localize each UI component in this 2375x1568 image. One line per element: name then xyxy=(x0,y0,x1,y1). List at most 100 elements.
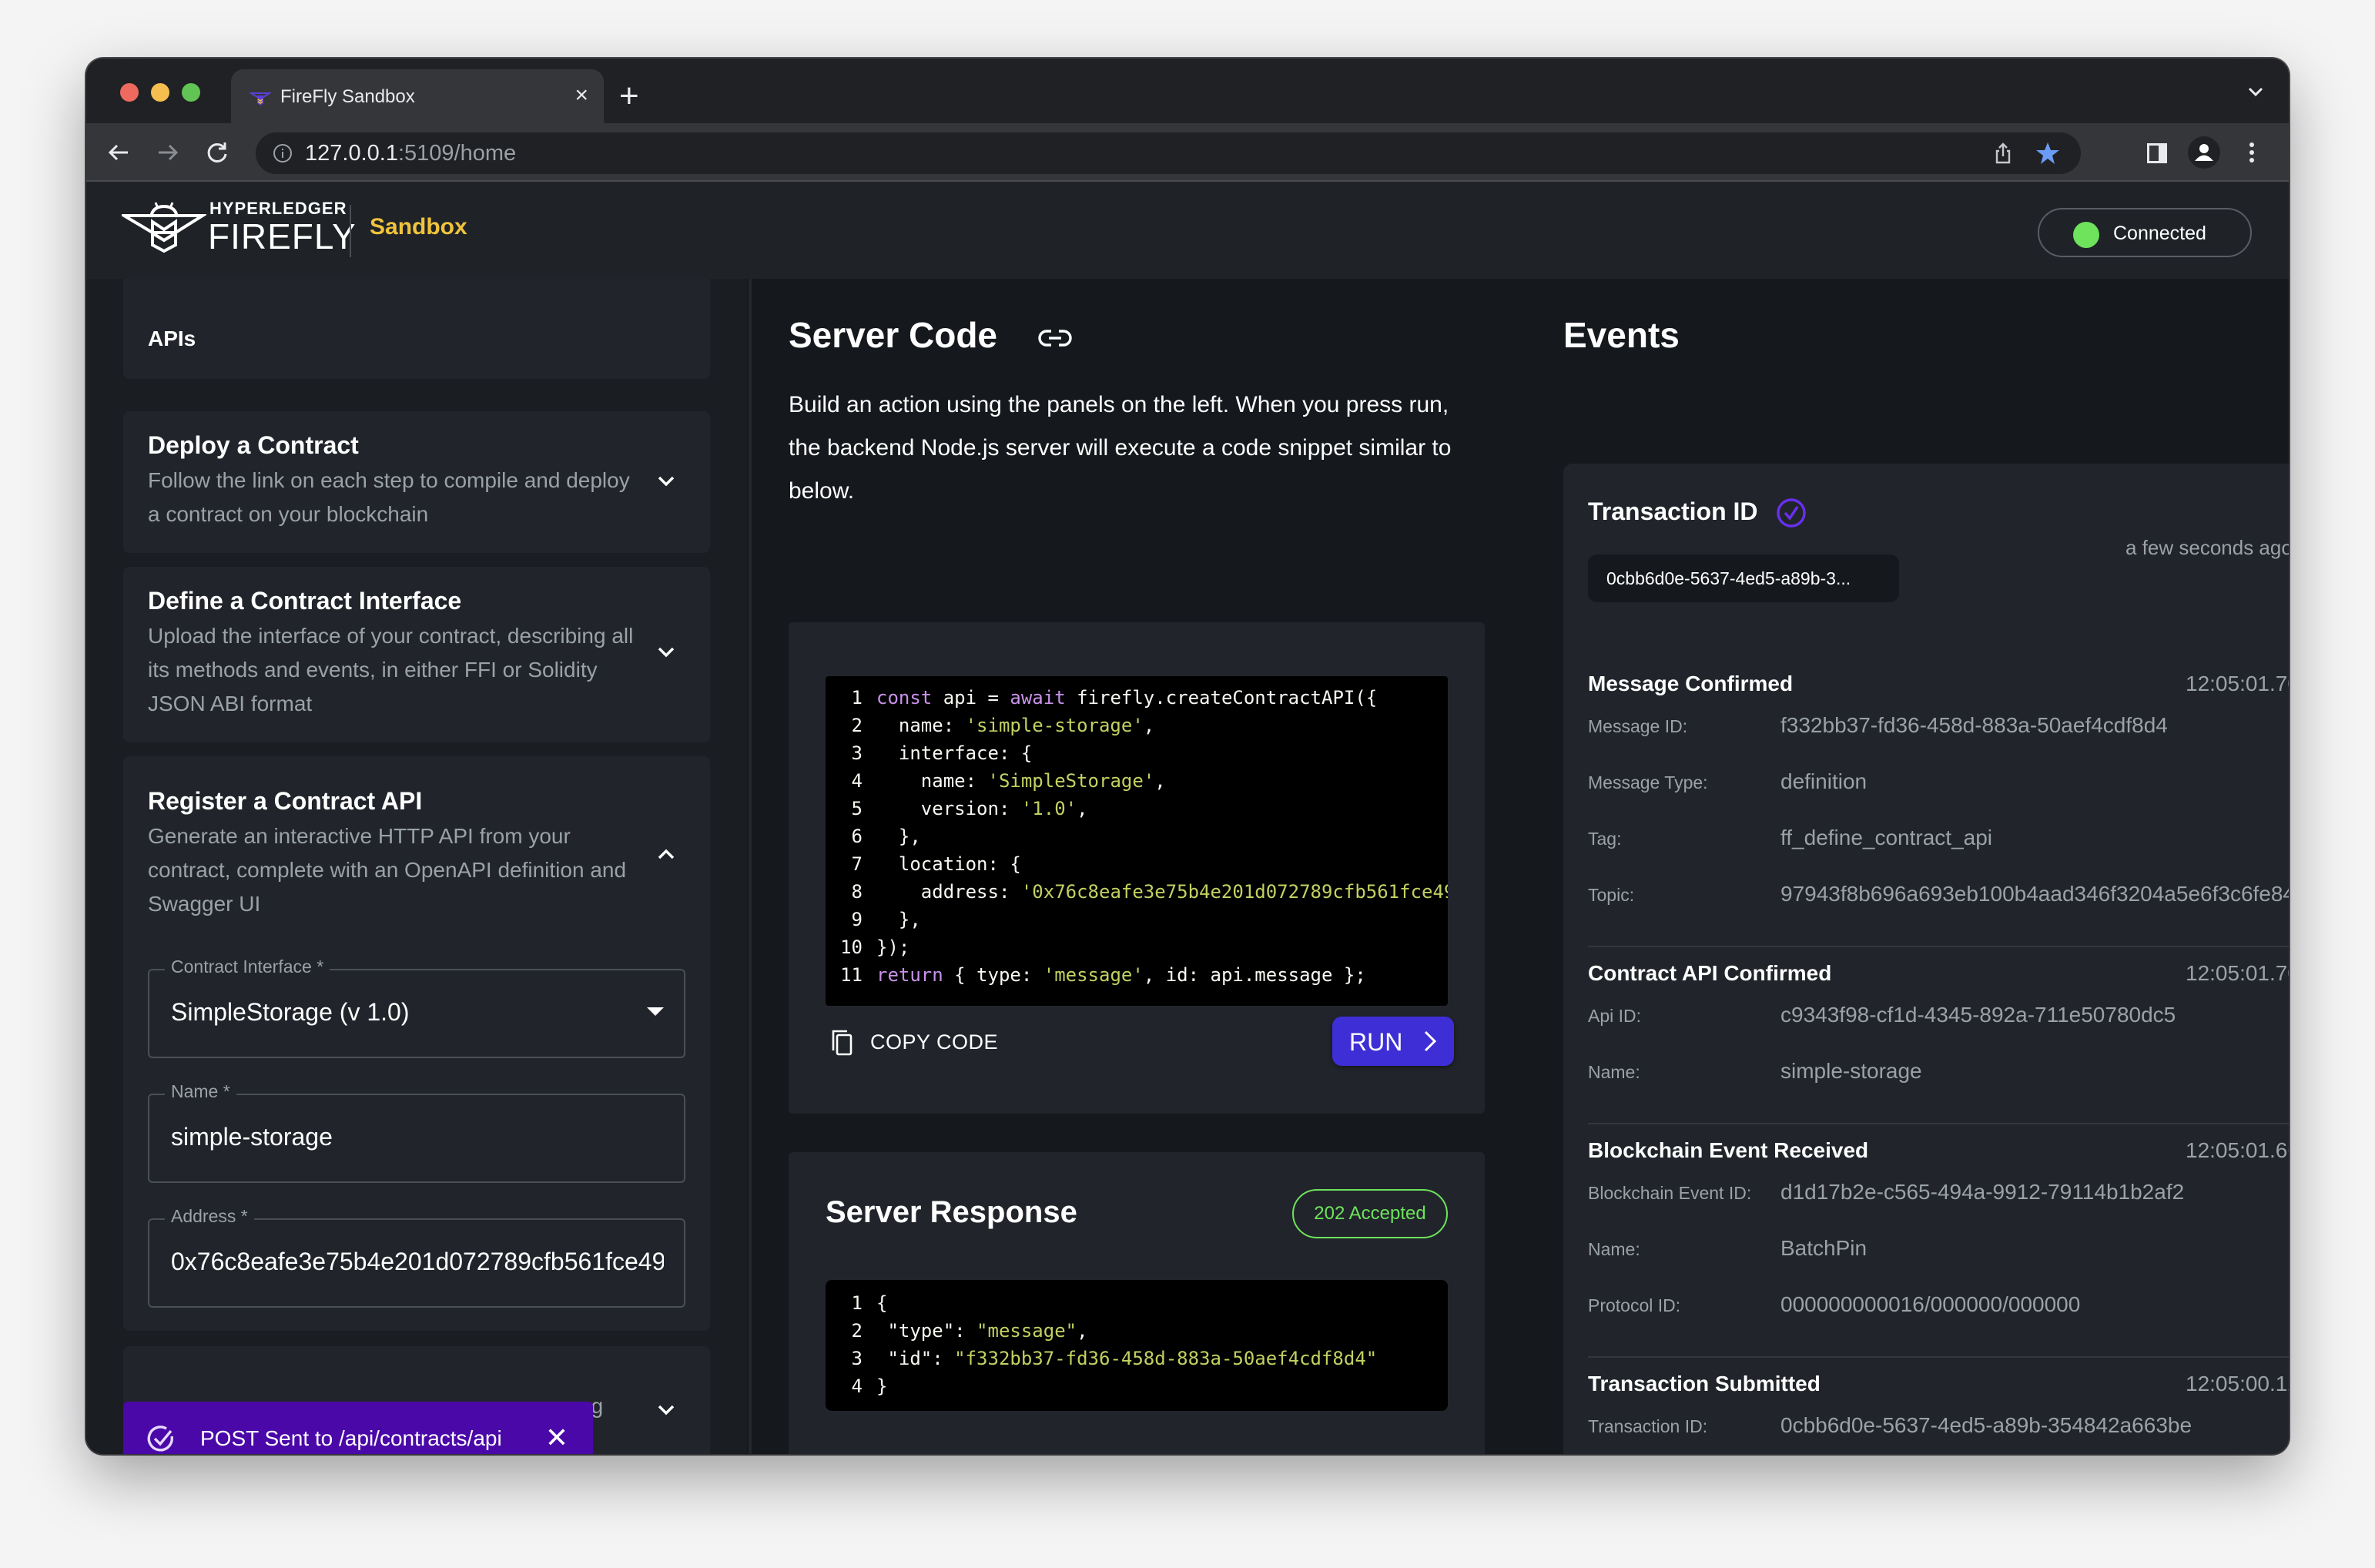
event-divider xyxy=(1588,946,2289,947)
bookmark-star-icon[interactable] xyxy=(2035,140,2061,166)
close-icon[interactable]: ✕ xyxy=(545,1422,568,1454)
line-number: 8 xyxy=(851,881,863,903)
logo-firefly: FIREFLY xyxy=(208,216,357,256)
event-time: 12:05:01.70 xyxy=(2186,961,2289,985)
apis-section-title: APIs xyxy=(148,327,196,350)
step-deploy-contract[interactable]: Deploy a Contract Follow the link on eac… xyxy=(123,411,710,553)
url-text[interactable]: 127.0.0.1:5109/home xyxy=(305,141,516,166)
line-number: 5 xyxy=(851,798,863,819)
code-panel: 1 const api = await firefly.createContrac… xyxy=(789,622,1485,1114)
chevron-up-icon[interactable] xyxy=(655,843,678,866)
response-viewer[interactable]: 1{2 "type": "message", 3 "id": "f332bb37-… xyxy=(826,1280,1448,1411)
connection-status: Connected xyxy=(2038,208,2252,257)
apis-tab-header[interactable]: APIs xyxy=(123,279,710,379)
chevron-down-icon[interactable] xyxy=(655,641,678,664)
event-field-value: BatchPin xyxy=(1780,1236,1868,1260)
code-string: '0x76c8eafe3e75b4e201d072789cfb561fce49' xyxy=(1020,881,1448,903)
step-title: Define a Contract Interface xyxy=(148,587,462,615)
share-icon[interactable] xyxy=(1991,142,2015,165)
menu-icon[interactable] xyxy=(2235,136,2269,169)
step-description: Generate an interactive HTTP API from yo… xyxy=(148,824,627,916)
code-text: "type": xyxy=(876,1320,977,1342)
event-field-value: 0cbb6d0e-5637-4ed5-a89b-354842a663be xyxy=(1780,1413,2192,1437)
event-title: Contract API Confirmed xyxy=(1588,961,1832,985)
code-text: , xyxy=(1077,1320,1088,1342)
chevron-down-icon[interactable] xyxy=(2244,80,2267,103)
app-body: APIs Deploy a Contract Follow the link o… xyxy=(86,279,2289,1454)
run-button[interactable]: RUN xyxy=(1332,1017,1454,1066)
line-number: 1 xyxy=(851,687,863,709)
step-description: Follow the link on each step to compile … xyxy=(148,468,630,526)
back-icon[interactable] xyxy=(103,137,134,168)
event-title: Blockchain Event Received xyxy=(1588,1138,1869,1162)
info-icon[interactable] xyxy=(273,143,293,163)
transaction-id-label: Transaction ID xyxy=(1588,498,1758,525)
code-keyword: await xyxy=(1010,687,1066,709)
code-text: "id": xyxy=(876,1348,955,1369)
step-title: Register a Contract API xyxy=(148,787,423,815)
step-define-interface[interactable]: Define a Contract Interface Upload the i… xyxy=(123,567,710,742)
code-text: name: xyxy=(876,770,988,792)
event-field-key: Name: xyxy=(1588,1239,1640,1259)
server-code-intro: Build an action using the panels on the … xyxy=(789,392,1452,504)
link-icon[interactable] xyxy=(1038,327,1072,350)
line-number: 3 xyxy=(851,742,863,764)
event-field: Name: simple-storage xyxy=(1588,1059,2289,1090)
code-text: firefly.createContractAPI({ xyxy=(1065,687,1378,709)
field-value: 0x76c8eafe3e75b4e201d072789cfb561fce49 xyxy=(171,1248,664,1275)
code-line: 5 version: '1.0', xyxy=(826,795,1448,823)
side-panel-icon[interactable] xyxy=(2139,136,2173,169)
forward-icon[interactable] xyxy=(152,137,183,168)
events-title: Events xyxy=(1563,315,1680,355)
transaction-time-ago: a few seconds ago xyxy=(2125,536,2289,559)
event-time: 12:05:01.70 xyxy=(2186,672,2289,695)
check-circle-icon xyxy=(1777,498,1806,528)
copy-icon xyxy=(832,1030,853,1056)
transaction-id-chip[interactable]: 0cbb6d0e-5637-4ed5-a89b-3... xyxy=(1588,554,1899,602)
event-field: Blockchain Event ID: d1d17b2e-c565-494a-9… xyxy=(1588,1180,2289,1211)
line-number: 2 xyxy=(851,715,863,736)
tab-firefly-sandbox[interactable]: FireFly Sandbox × xyxy=(231,69,604,123)
code-string: 'SimpleStorage' xyxy=(987,770,1155,792)
step-title: Deploy a Contract xyxy=(148,431,359,459)
event-field-key: Protocol ID: xyxy=(1588,1295,1681,1315)
field-value: SimpleStorage (v 1.0) xyxy=(171,998,410,1026)
code-line: 10}); xyxy=(826,933,1448,961)
code-editor[interactable]: 1 const api = await firefly.createContrac… xyxy=(826,676,1448,1006)
maximize-window-button[interactable] xyxy=(182,83,200,102)
event-field-value: ff_define_contract_api xyxy=(1780,826,1993,849)
contract-interface-select[interactable]: Contract Interface * SimpleStorage (v 1.… xyxy=(148,957,685,1058)
reload-icon[interactable] xyxy=(202,137,233,168)
code-text: interface: { xyxy=(876,742,1033,764)
close-window-button[interactable] xyxy=(120,83,139,102)
tab-close-icon[interactable]: × xyxy=(574,82,588,109)
product-name: Sandbox xyxy=(370,214,467,240)
event-time: 12:05:00.12 xyxy=(2186,1372,2289,1395)
event-field-value: definition xyxy=(1780,769,1868,793)
field-value: simple-storage xyxy=(171,1123,333,1151)
minimize-window-button[interactable] xyxy=(151,83,169,102)
transaction-card: Transaction ID 0cbb6d0e-5637-4ed5-a89b-3… xyxy=(1563,464,2289,1454)
code-string: '1.0' xyxy=(1020,798,1077,819)
new-tab-button[interactable]: + xyxy=(619,69,639,123)
event-field-value: 000000000016/000000/000000 xyxy=(1780,1292,2081,1316)
chevron-down-icon[interactable] xyxy=(655,470,678,493)
address-field[interactable]: Address * 0x76c8eafe3e75b4e201d072789cfb… xyxy=(148,1206,685,1308)
code-string: 'simple-storage' xyxy=(965,715,1144,736)
chevron-down-icon[interactable] xyxy=(655,1399,678,1422)
status-dot-icon xyxy=(2073,222,2099,248)
code-keyword: const xyxy=(876,687,933,709)
code-text: address: xyxy=(876,881,1021,903)
event-field-key: Topic: xyxy=(1588,885,1635,905)
event-field-value: simple-storage xyxy=(1780,1059,1922,1083)
firefly-logo-icon xyxy=(122,202,206,253)
profile-icon[interactable] xyxy=(2187,136,2221,169)
line-number: 11 xyxy=(840,964,863,986)
events-panel: Events Transaction ID 0cbb6d0e-5637-4ed5… xyxy=(1526,279,2289,1454)
address-bar[interactable]: 127.0.0.1:5109/home xyxy=(256,132,2081,174)
code-line: 3 "id": "f332bb37-fd36-458d-883a-50aef4c… xyxy=(826,1345,1448,1372)
server-code-panel: Server Code Build an action using the pa… xyxy=(752,279,1526,1454)
name-field[interactable]: Name * simple-storage xyxy=(148,1081,685,1183)
event-field-value: 97943f8b696a693eb100b4aad346f3204a5e6f3c… xyxy=(1780,882,2289,906)
firefly-favicon-icon xyxy=(250,92,271,106)
